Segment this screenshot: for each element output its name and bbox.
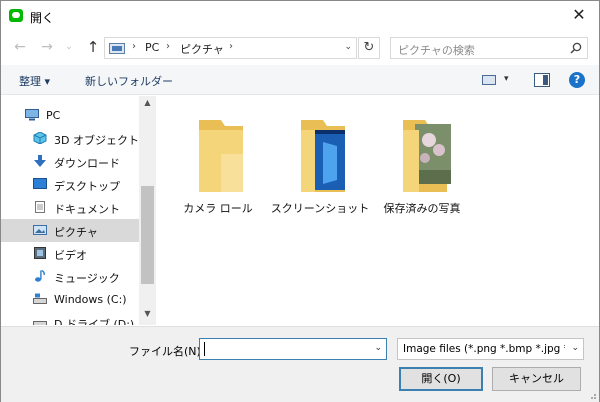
navigation-bar: ← → ⌄ ↑ › PC › ピクチャ › ⌄ ↻ ピクチャの検索: [1, 33, 599, 61]
3d-objects-icon: [33, 132, 47, 144]
sidebar-item-pictures[interactable]: ピクチャ: [1, 219, 139, 242]
view-mode-dropdown[interactable]: ▾: [504, 74, 509, 84]
resize-grip-icon[interactable]: [587, 390, 597, 400]
file-type-select[interactable]: Image files (*.png *.bmp *.jpg *. ⌄: [397, 338, 584, 360]
scroll-up-arrow[interactable]: ▲: [139, 98, 156, 112]
breadcrumb-separator[interactable]: ›: [229, 41, 233, 52]
sidebar-item-label: ミュージック: [54, 272, 120, 285]
filename-field[interactable]: ⌄: [199, 338, 387, 360]
sidebar-item-drive-d[interactable]: D ドライブ (D:): [1, 311, 139, 325]
cancel-button[interactable]: キャンセル: [492, 367, 581, 391]
close-button[interactable]: ✕: [565, 3, 593, 27]
navigation-pane: PC 3D オブジェクト ダウンロード デスクトップ ドキュメント ピクチャ ビ…: [1, 96, 156, 325]
search-input[interactable]: ピクチャの検索: [398, 42, 475, 58]
folder-screenshots[interactable]: スクリーンショット: [270, 110, 370, 220]
breadcrumb-separator[interactable]: ›: [166, 41, 170, 52]
sidebar-item-documents[interactable]: ドキュメント: [1, 196, 139, 219]
folder-icon: [199, 120, 243, 192]
sidebar-item-videos[interactable]: ビデオ: [1, 242, 139, 265]
sidebar-item-desktop[interactable]: デスクトップ: [1, 173, 139, 196]
filename-dropdown[interactable]: ⌄: [374, 343, 382, 353]
text-caret: [204, 342, 205, 356]
scroll-thumb[interactable]: [141, 186, 154, 284]
up-button[interactable]: ↑: [83, 36, 103, 58]
file-type-value: Image files (*.png *.bmp *.jpg *.: [403, 343, 565, 355]
folder-label: カメラ ロール: [183, 202, 253, 215]
address-bar[interactable]: › PC › ピクチャ › ⌄: [104, 37, 357, 59]
filename-label: ファイル名(N):: [129, 345, 205, 358]
sidebar-item-label: ビデオ: [54, 249, 87, 262]
sidebar-item-label: ダウンロード: [54, 157, 120, 170]
sidebar-item-label: Windows (C:): [54, 293, 127, 306]
new-folder-button[interactable]: 新しいフォルダー: [85, 73, 173, 89]
videos-icon: [34, 247, 46, 259]
download-icon: [34, 155, 46, 167]
folder-screenshot-icon: [301, 120, 345, 192]
command-bar: 整理 ▾ 新しいフォルダー ▾ ?: [1, 65, 599, 95]
drive-icon: [33, 293, 47, 304]
recent-locations-button[interactable]: ⌄: [63, 36, 75, 58]
desktop-icon: [33, 178, 47, 189]
sidebar-item-label: 3D オブジェクト: [54, 134, 139, 147]
sidebar-item-label: PC: [46, 109, 61, 122]
file-type-dropdown[interactable]: ⌄: [571, 343, 579, 353]
sidebar-item-drive-c[interactable]: Windows (C:): [1, 288, 139, 311]
search-box[interactable]: ピクチャの検索: [390, 37, 588, 59]
sidebar-item-music[interactable]: ミュージック: [1, 265, 139, 288]
open-button[interactable]: 開く(O): [399, 367, 483, 391]
preview-pane-icon[interactable]: [534, 73, 550, 87]
title-bar: 開く ✕: [1, 1, 599, 31]
folder-label: スクリーンショット: [270, 202, 370, 215]
view-mode-icon[interactable]: [482, 75, 496, 85]
breadcrumb-pictures[interactable]: ピクチャ: [180, 41, 224, 57]
music-icon: [35, 270, 45, 282]
search-icon[interactable]: [570, 42, 582, 54]
pc-icon: [25, 109, 39, 121]
folder-camera-roll[interactable]: カメラ ロール: [168, 110, 268, 220]
breadcrumb-pc[interactable]: PC: [145, 41, 159, 54]
window-title: 開く: [30, 11, 55, 25]
back-button[interactable]: ←: [10, 36, 30, 58]
sidebar-item-downloads[interactable]: ダウンロード: [1, 150, 139, 173]
pictures-location-icon: [109, 43, 125, 54]
refresh-button[interactable]: ↻: [358, 37, 380, 59]
documents-icon: [35, 201, 45, 213]
scroll-down-arrow[interactable]: ▼: [139, 309, 156, 323]
sidebar-item-3d-objects[interactable]: 3D オブジェクト: [1, 127, 139, 150]
line-app-icon: [9, 9, 23, 22]
sidebar-item-label: ドキュメント: [54, 203, 120, 216]
folder-saved-pictures[interactable]: 保存済みの写真: [372, 110, 472, 220]
sidebar-item-label: ピクチャ: [54, 226, 98, 239]
pictures-icon: [33, 225, 47, 235]
forward-button[interactable]: →: [37, 36, 57, 58]
dialog-footer: ファイル名(N): ⌄ Image files (*.png *.bmp *.j…: [1, 326, 599, 402]
sidebar-item-label: デスクトップ: [54, 180, 120, 193]
folder-label: 保存済みの写真: [383, 202, 461, 215]
breadcrumb-separator[interactable]: ›: [132, 41, 136, 52]
sidebar-item-pc[interactable]: PC: [1, 104, 139, 127]
address-history-dropdown[interactable]: ⌄: [344, 42, 352, 52]
file-list: カメラ ロール スクリーンショット 保存済みの写真: [157, 96, 599, 325]
open-file-dialog: 開く ✕ ← → ⌄ ↑ › PC › ピクチャ › ⌄ ↻ ピクチャの検索 整…: [0, 0, 600, 402]
help-icon[interactable]: ?: [569, 72, 585, 88]
sidebar-item-label: D ドライブ (D:): [54, 318, 135, 325]
navigation-pane-scrollbar[interactable]: ▲ ▼: [139, 96, 156, 325]
drive-icon: [33, 321, 47, 325]
organize-menu[interactable]: 整理 ▾: [19, 73, 50, 89]
folder-photo-icon: [403, 120, 451, 192]
